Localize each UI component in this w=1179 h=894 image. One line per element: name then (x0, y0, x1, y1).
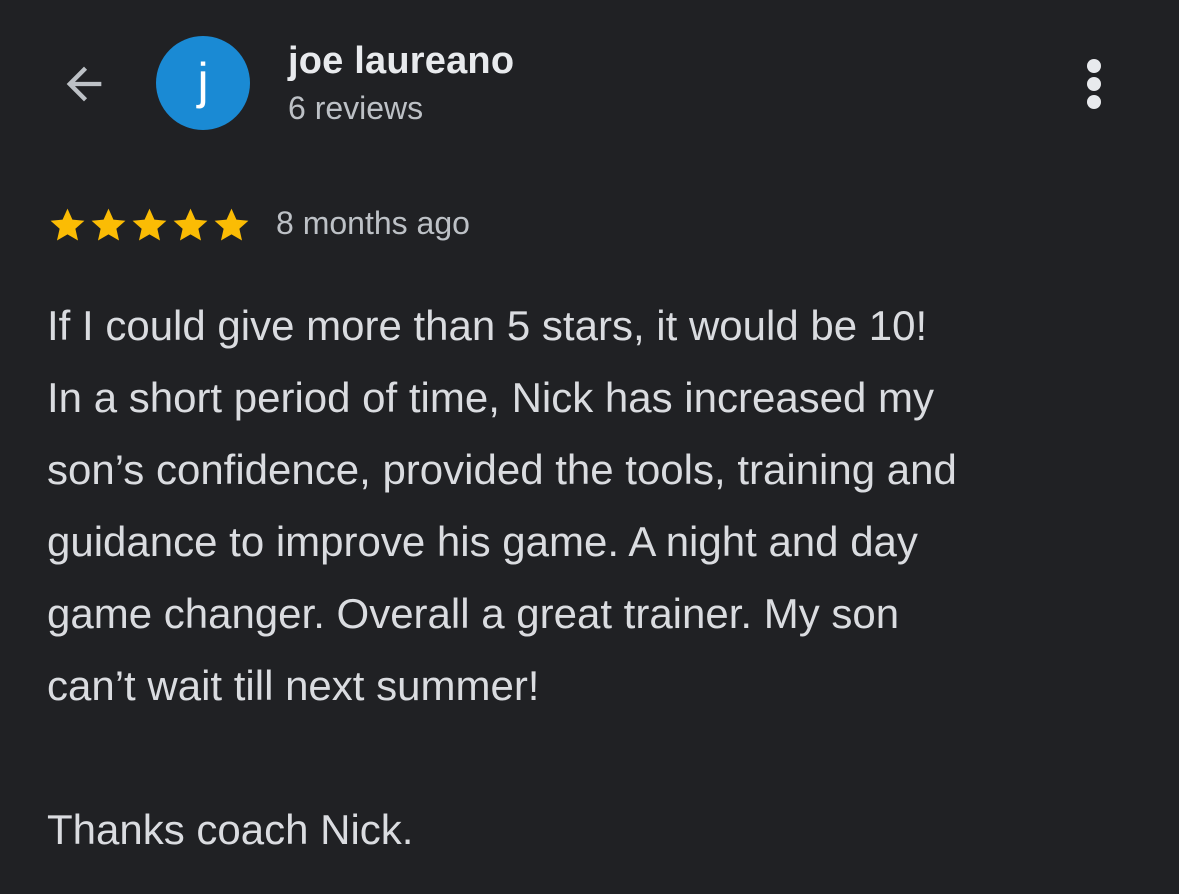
review-date: 8 months ago (276, 205, 470, 241)
back-button[interactable] (52, 52, 116, 116)
reviewer-review-count[interactable]: 6 reviews (288, 90, 423, 127)
star-icon (173, 208, 208, 241)
star-icon (50, 208, 85, 241)
reviewer-name[interactable]: joe laureano (288, 40, 514, 83)
arrow-back-icon (66, 66, 102, 102)
more-vert-icon (1087, 59, 1101, 109)
star-rating (47, 205, 252, 245)
review-text: If I could give more than 5 stars, it wo… (47, 302, 957, 853)
more-options-button[interactable] (1066, 52, 1122, 116)
star-icon (91, 208, 126, 241)
star-icon (214, 208, 249, 241)
star-icon (132, 208, 167, 241)
avatar[interactable]: j (156, 36, 250, 130)
avatar-letter: j (197, 53, 209, 109)
review-screen: j joe laureano 6 reviews 8 months ago If… (0, 0, 1179, 894)
